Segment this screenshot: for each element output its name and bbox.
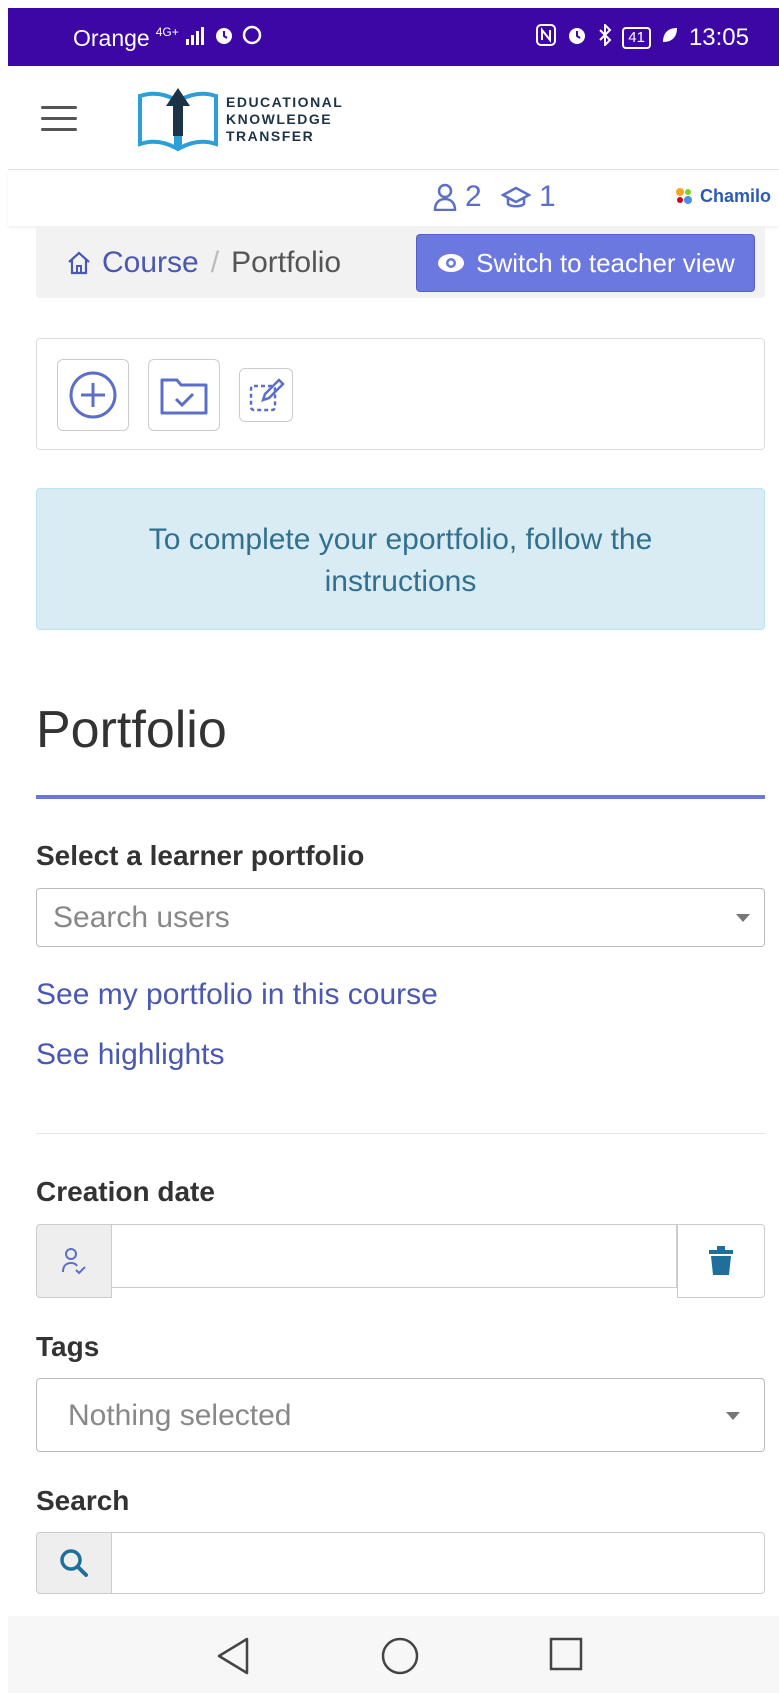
network-type: 4G+ — [155, 25, 179, 39]
logo-line-2: KNOWLEDGE — [226, 110, 333, 127]
recents-icon[interactable] — [548, 1636, 584, 1672]
clock: 13:05 — [688, 24, 749, 51]
edit-icon — [249, 378, 285, 412]
user-icon — [433, 183, 457, 211]
home-nav-icon[interactable] — [380, 1636, 420, 1676]
graduation-cap-icon — [501, 186, 531, 208]
status-bar: Orange 4G+ 41 13:05 — [8, 8, 779, 66]
date-addon — [36, 1224, 112, 1298]
eye-icon — [438, 254, 465, 272]
courses-counter[interactable]: 1 — [501, 180, 556, 214]
user-date-icon — [62, 1248, 86, 1275]
users-counter[interactable]: 2 — [433, 180, 482, 214]
creation-date-label: Creation date — [36, 1176, 215, 1207]
back-icon[interactable] — [215, 1636, 251, 1676]
add-category-button[interactable] — [148, 359, 220, 431]
clear-date-button[interactable] — [677, 1224, 765, 1298]
info-alert: To complete your eportfolio, follow the … — [36, 488, 765, 630]
search-icon — [60, 1549, 88, 1577]
tags-label: Tags — [36, 1331, 100, 1362]
alarm-icon — [566, 24, 588, 52]
search-group — [36, 1532, 765, 1594]
folder-check-icon — [160, 378, 208, 415]
book-arrow-icon — [138, 88, 218, 152]
title-divider — [36, 795, 765, 799]
tags-placeholder: Nothing selected — [68, 1399, 292, 1432]
chamilo-logo: Chamilo — [672, 184, 771, 208]
learner-select-label: Select a learner portfolio — [36, 840, 365, 871]
course-info-bar: 2 1 Chamilo — [8, 170, 779, 226]
sync-icon — [241, 24, 263, 52]
tags-select[interactable]: Nothing selected — [36, 1378, 765, 1452]
site-logo[interactable]: EDUCATIONAL KNOWLEDGE TRANSFER — [138, 86, 343, 152]
signal-icon — [185, 25, 207, 51]
breadcrumb-course-link[interactable]: Course — [102, 246, 199, 280]
nfc-icon — [536, 24, 557, 52]
courses-count: 1 — [539, 180, 556, 213]
chevron-down-icon — [726, 1412, 740, 1420]
creation-date-group — [36, 1224, 765, 1298]
chamilo-star-icon — [675, 188, 692, 204]
users-count: 2 — [465, 180, 482, 213]
highlights-link[interactable]: See highlights — [36, 1038, 224, 1072]
breadcrumb-current: Portfolio — [231, 246, 342, 279]
leaf-icon — [661, 26, 679, 50]
section-divider — [36, 1133, 765, 1134]
system-navigation-bar — [8, 1616, 779, 1693]
search-input[interactable] — [112, 1532, 765, 1594]
battery-level: 41 — [622, 27, 651, 49]
menu-icon[interactable] — [41, 106, 77, 132]
edit-button[interactable] — [239, 368, 293, 422]
breadcrumb: Course / Portfolio — [66, 246, 341, 280]
search-users-select[interactable]: Search users — [36, 888, 765, 947]
page-title: Portfolio — [36, 701, 227, 759]
switch-to-teacher-view-button[interactable]: Switch to teacher view — [416, 234, 755, 292]
add-item-button[interactable] — [57, 359, 129, 431]
my-portfolio-link[interactable]: See my portfolio in this course — [36, 978, 438, 1012]
home-icon[interactable] — [66, 250, 92, 276]
trash-icon — [709, 1246, 733, 1275]
plus-circle-icon — [69, 371, 117, 419]
app-header: EDUCATIONAL KNOWLEDGE TRANSFER — [8, 66, 779, 170]
switch-button-label: Switch to teacher view — [476, 247, 735, 278]
portfolio-toolbar — [36, 338, 765, 450]
search-users-placeholder: Search users — [53, 901, 230, 934]
chamilo-brand: Chamilo — [699, 185, 771, 206]
logo-line-3: TRANSFER — [226, 127, 315, 144]
search-addon — [36, 1532, 112, 1594]
carrier-name: Orange — [73, 24, 150, 51]
breadcrumb-separator: / — [210, 246, 220, 279]
search-label: Search — [36, 1485, 130, 1516]
alarm-icon — [213, 24, 235, 52]
creation-date-input[interactable] — [112, 1224, 677, 1288]
chevron-down-icon — [736, 914, 750, 922]
bluetooth-icon — [598, 22, 612, 52]
logo-line-1: EDUCATIONAL — [226, 93, 344, 110]
